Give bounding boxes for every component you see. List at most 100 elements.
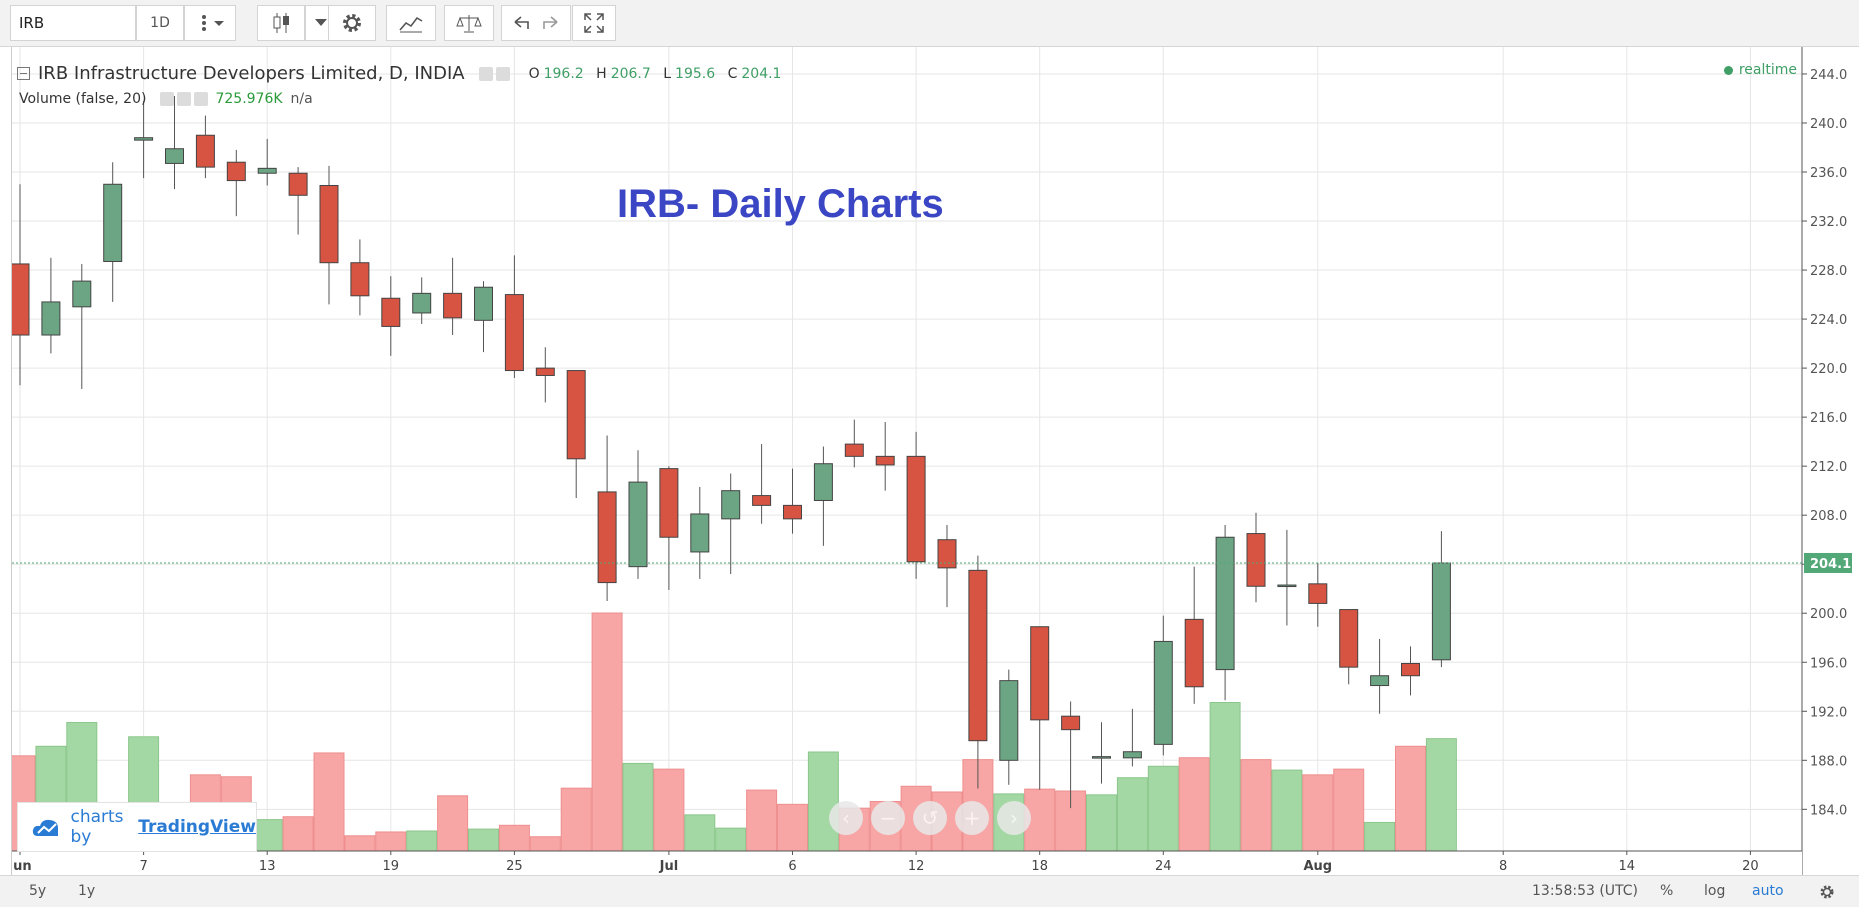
volume-bar <box>1116 777 1148 852</box>
more-vertical-icon <box>202 15 224 31</box>
collapse-icon[interactable] <box>17 67 30 80</box>
indicators-button[interactable] <box>386 5 436 41</box>
price-tick-label: 212.0 <box>1810 460 1847 475</box>
candle-body <box>721 490 741 520</box>
volume-value: 725.976K <box>215 91 283 107</box>
volume-bar <box>1178 757 1210 852</box>
settings-button[interactable] <box>328 5 376 41</box>
price-chart[interactable]: 184.0188.0192.0196.0200.0204.0208.0212.0… <box>12 47 1859 875</box>
candle-body <box>1153 640 1173 745</box>
indicators-icon <box>399 16 423 33</box>
candle-body <box>134 137 154 141</box>
candle-body <box>659 468 679 538</box>
volume-bar <box>1240 759 1272 852</box>
price-tick-label: 192.0 <box>1810 705 1847 720</box>
price-tick-label: 184.0 <box>1810 803 1847 818</box>
chart-area[interactable]: 184.0188.0192.0196.0200.0204.0208.0212.0… <box>11 47 1859 875</box>
volume-bar <box>715 827 747 852</box>
chart-legend: IRB Infrastructure Developers Limited, D… <box>17 63 781 84</box>
candlestick-icon <box>273 13 289 33</box>
candle-body <box>566 370 586 460</box>
price-tick-label: 196.0 <box>1810 656 1847 671</box>
legend-icons[interactable] <box>478 63 513 84</box>
volume-bar <box>1209 701 1241 852</box>
last-price-label: 204.1 <box>1810 557 1851 572</box>
time-tick-label: Jun <box>12 859 32 874</box>
candle-body <box>1061 715 1081 731</box>
volume-bar <box>375 831 407 852</box>
candle-body <box>597 491 617 584</box>
reset-button[interactable]: ↺ <box>913 801 947 835</box>
volume-bar <box>1425 738 1457 852</box>
volume-bar <box>1364 821 1396 852</box>
candle-body <box>752 495 772 506</box>
interval-button[interactable]: 1D <box>136 5 184 41</box>
price-tick-label: 220.0 <box>1810 362 1847 377</box>
fullscreen-icon <box>584 13 604 33</box>
candle-body <box>783 504 802 520</box>
candle-body <box>937 539 957 569</box>
volume-bar <box>560 787 592 852</box>
chart-style-button[interactable] <box>257 5 305 41</box>
price-tick-label: 232.0 <box>1810 215 1847 230</box>
tradingview-badge[interactable]: charts by TradingView <box>17 802 257 852</box>
symbol-input[interactable]: IRB <box>10 5 136 41</box>
candle-body <box>72 280 92 308</box>
auto-toggle[interactable]: auto <box>1752 883 1784 899</box>
volume-bar <box>684 814 716 852</box>
watermark-brand[interactable]: TradingView <box>138 817 256 837</box>
candle-body <box>103 183 123 262</box>
candle-body <box>690 513 710 553</box>
volume-bar <box>653 768 685 852</box>
time-axis: Jun 7 13 19 25 Jul 6 12 18 24 Aug 8 14 20 <box>12 850 1802 875</box>
candle-body <box>628 481 648 568</box>
range-5y-button[interactable]: 5y <box>29 883 46 899</box>
scroll-right-button[interactable]: › <box>997 801 1031 835</box>
redo-icon[interactable] <box>541 15 561 31</box>
price-tick-label: 208.0 <box>1810 509 1847 524</box>
price-axis: 184.0188.0192.0196.0200.0204.0208.0212.0… <box>1801 47 1859 875</box>
eye-icon <box>478 67 493 81</box>
candle-body <box>1339 609 1359 668</box>
range-1y-button[interactable]: 1y <box>78 883 95 899</box>
bottom-toolbar: 5y 1y 13:58:53 (UTC) % log auto <box>0 875 1859 907</box>
price-tick-label: 188.0 <box>1810 754 1847 769</box>
volume-label: Volume (false, 20) <box>19 91 147 107</box>
time-tick-label: 19 <box>383 859 400 874</box>
interval-menu-button[interactable] <box>184 5 236 41</box>
zoom-in-button[interactable]: + <box>955 801 989 835</box>
scales-icon <box>456 15 482 33</box>
compare-button[interactable] <box>444 5 494 41</box>
price-tick-label: 228.0 <box>1810 264 1847 279</box>
candle-body <box>906 455 926 563</box>
percent-toggle[interactable]: % <box>1660 883 1673 899</box>
time-tick-label: 8 <box>1499 859 1507 874</box>
candle-body <box>875 455 895 466</box>
fullscreen-button[interactable] <box>572 5 616 41</box>
volume-bar <box>622 762 654 852</box>
zoom-out-button[interactable]: − <box>871 801 905 835</box>
symbol-title: IRB Infrastructure Developers Limited, D… <box>38 63 465 84</box>
candle-body <box>165 148 184 164</box>
top-toolbar: IRB 1D <box>0 0 1859 47</box>
candle-body <box>813 463 833 501</box>
price-tick-label: 224.0 <box>1810 313 1847 328</box>
candle-body <box>443 292 463 319</box>
candle-body <box>1401 662 1420 677</box>
undo-icon[interactable] <box>511 15 531 31</box>
volume-bar <box>1333 768 1365 852</box>
price-tick-label: 216.0 <box>1810 411 1847 426</box>
volume-bar <box>591 612 623 852</box>
volume-legend-icons[interactable] <box>160 91 211 107</box>
volume-bar <box>468 828 499 852</box>
candle-body <box>1092 756 1111 759</box>
time-tick-label: 25 <box>506 859 523 874</box>
candle-body <box>288 172 308 196</box>
eye-icon <box>160 92 175 106</box>
gear-icon[interactable] <box>1819 884 1835 900</box>
candle-body <box>195 134 215 168</box>
scroll-left-button[interactable]: ‹ <box>829 801 863 835</box>
log-toggle[interactable]: log <box>1704 883 1725 899</box>
candle-body <box>1308 583 1328 604</box>
volume-bar <box>1147 765 1179 852</box>
